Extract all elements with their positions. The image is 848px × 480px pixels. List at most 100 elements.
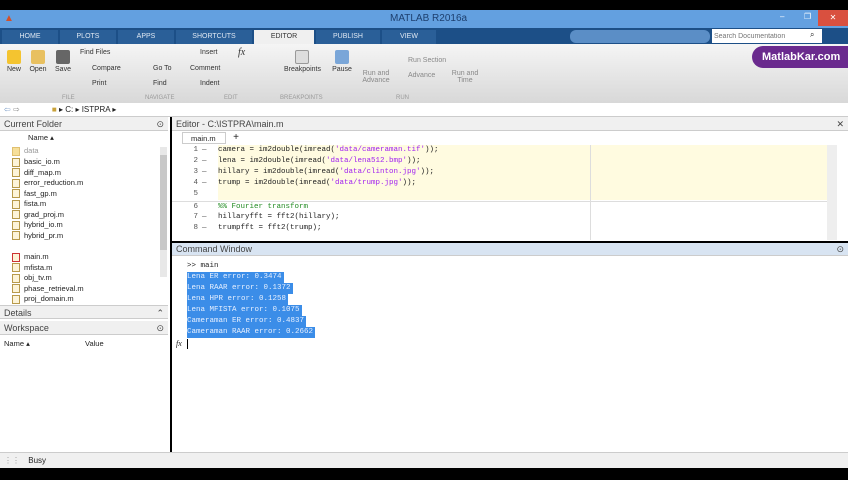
workspace-title: Workspace	[4, 323, 49, 333]
details-header[interactable]: Details ⌃	[0, 305, 168, 319]
file-item[interactable]: hybrid_pr.m	[12, 231, 63, 241]
advance-button[interactable]: Advance	[408, 72, 435, 79]
minimize-button[interactable]: –	[780, 12, 784, 21]
tab-shortcuts[interactable]: SHORTCUTS	[176, 30, 252, 44]
folder-icon	[31, 50, 45, 64]
file-item[interactable]: error_reduction.m	[12, 178, 83, 188]
output-line: Cameraman ER error: 0.4837	[187, 316, 307, 327]
file-name: fista.m	[24, 199, 47, 208]
file-item[interactable]: hybrid_io.m	[12, 220, 63, 230]
tab-plots[interactable]: PLOTS	[60, 30, 116, 44]
script-icon	[12, 199, 20, 209]
file-item[interactable]: fista.m	[12, 199, 46, 209]
back-icon[interactable]: ⇦	[4, 105, 11, 114]
workspace-value-column[interactable]: Value	[85, 339, 104, 348]
file-name: data	[24, 146, 39, 155]
left-panel: Current Folder ⊙ Name ▴ data basic_io.m d…	[0, 117, 170, 452]
file-item[interactable]: basic_io.m	[12, 157, 60, 167]
save-button[interactable]: Save	[53, 50, 73, 73]
script-icon	[12, 168, 20, 178]
code-line[interactable]: 5	[172, 189, 827, 200]
file-item[interactable]: diff_map.m	[12, 168, 61, 178]
file-name: diff_map.m	[24, 167, 61, 177]
maximize-button[interactable]: ❐	[804, 12, 811, 21]
close-button[interactable]: ✕	[818, 10, 848, 26]
code-line[interactable]: 6%% Fourier transform	[172, 201, 827, 212]
code-line[interactable]: 2 — lena = im2double(imread('data/lena512.…	[172, 156, 827, 167]
go-to-button[interactable]: Go To	[153, 65, 172, 72]
run-and-time-button[interactable]: Run and Time	[450, 70, 480, 84]
breakpoint-marker[interactable]: —	[202, 212, 218, 223]
folder-scrollbar[interactable]	[160, 147, 167, 277]
file-name: mfista.m	[24, 262, 53, 272]
file-item[interactable]: grad_proj.m	[12, 210, 64, 220]
path-segment[interactable]: C:	[65, 105, 73, 114]
breakpoint-marker[interactable]: —	[202, 156, 218, 167]
command-window[interactable]: Command Window ⊙ >> main Lena ER error: 0…	[172, 243, 848, 452]
search-icon[interactable]: ⌕	[810, 30, 814, 40]
tab-home[interactable]: HOME	[2, 30, 58, 44]
path-segment[interactable]: ISTPRA	[82, 105, 110, 114]
workspace-name-column[interactable]: Name ▴	[4, 339, 30, 348]
folder-item-data[interactable]: data	[12, 146, 39, 156]
code-text: lena = im2double(imread(	[218, 157, 327, 165]
forward-icon[interactable]: ⇨	[13, 105, 20, 114]
breakpoint-marker[interactable]: —	[202, 223, 218, 234]
indent-button[interactable]: Indent	[200, 80, 219, 87]
tab-editor[interactable]: EDITOR	[254, 30, 314, 44]
command-window-title: Command Window	[176, 244, 253, 254]
open-button[interactable]: Open	[28, 50, 48, 73]
code-line[interactable]: 4 — trump = im2double(imread('data/trump.j…	[172, 178, 827, 189]
file-item[interactable]: proj_domain.m	[12, 294, 74, 304]
panel-menu-icon[interactable]: ⊙	[836, 243, 844, 256]
file-name: hybrid_pr.m	[24, 230, 64, 240]
add-tab-button[interactable]: +	[228, 132, 244, 144]
function-browser-icon[interactable]: fx	[176, 339, 182, 348]
editor-scrollbar[interactable]	[827, 145, 837, 240]
code-line[interactable]: 7 — hillaryfft = fft2(hillary);	[172, 212, 827, 223]
code-line[interactable]: 1 — camera = im2double(imread('data/camera…	[172, 145, 827, 156]
group-navigate-label: NAVIGATE	[145, 95, 175, 101]
panel-menu-icon[interactable]: ⊙	[156, 321, 164, 335]
output-line: Lena HPR error: 0.1258	[187, 294, 289, 305]
file-item[interactable]: obj_tv.m	[12, 273, 52, 283]
new-button[interactable]: New	[4, 50, 24, 73]
breakpoint-marker[interactable]: —	[202, 145, 218, 156]
command-window-header: Command Window ⊙	[172, 243, 848, 256]
comment-button[interactable]: Comment	[190, 65, 220, 72]
run-section-button[interactable]: Run Section	[408, 57, 446, 64]
tab-view[interactable]: VIEW	[382, 30, 436, 44]
print-button[interactable]: Print	[92, 80, 106, 87]
name-column-header[interactable]: Name ▴	[28, 133, 54, 142]
code-line[interactable]: 3 — hillary = im2double(imread('data/clint…	[172, 167, 827, 178]
quick-access-toolbar[interactable]	[570, 30, 710, 43]
tab-apps[interactable]: APPS	[118, 30, 174, 44]
search-documentation-input[interactable]	[712, 29, 822, 43]
pause-button[interactable]: Pause	[330, 50, 354, 73]
find-button[interactable]: Find	[153, 80, 167, 87]
panel-menu-icon[interactable]: ⊙	[156, 117, 164, 131]
editor-tab-main[interactable]: main.m	[182, 132, 226, 144]
code-string: 'data/lena512.bmp'	[326, 157, 408, 165]
file-item[interactable]: fast_gp.m	[12, 189, 57, 199]
code-string: 'data/trump.jpg'	[330, 179, 403, 187]
expand-icon[interactable]: ⌃	[156, 306, 164, 320]
code-line[interactable]: 8 — trumpfft = fft2(trump);	[172, 223, 827, 234]
file-item[interactable]: phase_retrieval.m	[12, 284, 84, 294]
tab-publish[interactable]: PUBLISH	[316, 30, 380, 44]
insert-button[interactable]: Insert	[200, 49, 218, 56]
file-item[interactable]: mfista.m	[12, 263, 52, 273]
breakpoint-marker[interactable]: —	[202, 167, 218, 178]
window-title: MATLAB R2016a	[390, 13, 468, 24]
file-item[interactable]: main.m	[12, 252, 49, 262]
fx-button[interactable]: fx	[238, 47, 245, 58]
address-bar[interactable]: ⇦ ⇨ ■ ▸ C: ▸ ISTPRA ▸	[0, 103, 848, 117]
breakpoints-button[interactable]: Breakpoints	[284, 50, 321, 73]
find-files-button[interactable]: Find Files	[80, 49, 110, 56]
compare-button[interactable]: Compare	[92, 65, 121, 72]
scrollbar-thumb[interactable]	[160, 155, 167, 250]
line-number: 5	[193, 190, 198, 198]
breakpoint-marker[interactable]: —	[202, 178, 218, 189]
run-and-advance-button[interactable]: Run and Advance	[360, 70, 392, 84]
close-editor-icon[interactable]: ✕	[836, 117, 844, 131]
